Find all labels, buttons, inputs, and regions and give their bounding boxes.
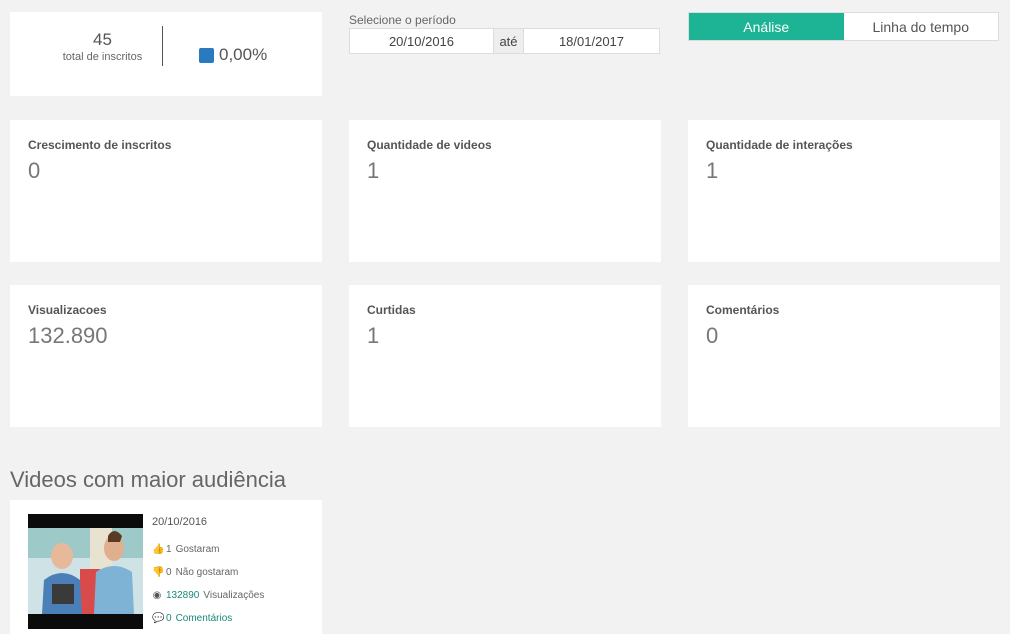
likes-label: Gostaram bbox=[175, 544, 220, 555]
comment-icon: 💬 bbox=[152, 613, 165, 624]
tab-analise[interactable]: Análise bbox=[689, 13, 844, 40]
metric-title: Quantidade de interações bbox=[706, 138, 853, 152]
dislikes-label: Não gostaram bbox=[175, 567, 239, 578]
video-thumbnail-image bbox=[28, 514, 143, 629]
date-from-input[interactable]: 20/10/2016 bbox=[350, 29, 493, 53]
thumbs-up-icon: 👍 bbox=[152, 544, 165, 555]
metric-value: 0 bbox=[28, 158, 41, 183]
metric-card-video-count: Quantidade de videos 1 bbox=[349, 120, 661, 262]
metric-title: Curtidas bbox=[367, 303, 416, 317]
metric-card-comments: Comentários 0 bbox=[688, 285, 1000, 427]
total-subscribers-label: total de inscritos bbox=[62, 51, 143, 63]
metric-card-interaction-count: Quantidade de interações 1 bbox=[688, 120, 1000, 262]
metric-title: Crescimento de inscritos bbox=[28, 138, 172, 152]
top-videos-heading: Videos com maior audiência bbox=[10, 467, 286, 492]
video-comments: 💬 0 Comentários bbox=[152, 607, 264, 630]
video-dislikes: 👎 0 Não gostaram bbox=[152, 561, 264, 584]
metric-card-views: Visualizacoes 132.890 bbox=[10, 285, 322, 427]
eye-icon: ◉ bbox=[152, 590, 162, 601]
video-info: 20/10/2016 👍 1 Gostaram 👎 0 Não gostaram… bbox=[152, 516, 264, 630]
metric-card-subscriber-growth: Crescimento de inscritos 0 bbox=[10, 120, 322, 262]
comments-count: 0 bbox=[166, 613, 172, 624]
total-subscribers: 45 total de inscritos bbox=[40, 30, 165, 64]
view-tabs: Análise Linha do tempo bbox=[688, 12, 999, 41]
dislikes-count: 0 bbox=[166, 567, 172, 578]
metric-value: 1 bbox=[367, 158, 380, 183]
metric-value: 1 bbox=[367, 323, 380, 348]
metric-title: Comentários bbox=[706, 303, 780, 317]
metric-card-likes: Curtidas 1 bbox=[349, 285, 661, 427]
summary-divider bbox=[162, 26, 163, 66]
likes-count: 1 bbox=[166, 544, 172, 555]
metric-title: Quantidade de videos bbox=[367, 138, 492, 152]
metric-value: 0 bbox=[706, 323, 719, 348]
metric-title: Visualizacoes bbox=[28, 303, 107, 317]
video-likes: 👍 1 Gostaram bbox=[152, 538, 264, 561]
comments-label: Comentários bbox=[175, 613, 233, 624]
period-label: Selecione o período bbox=[349, 13, 456, 27]
views-count: 132890 bbox=[166, 590, 200, 601]
growth-percent-value: 0,00% bbox=[219, 45, 268, 64]
video-card: 20/10/2016 👍 1 Gostaram 👎 0 Não gostaram… bbox=[10, 500, 322, 634]
total-subscribers-value: 45 bbox=[93, 30, 112, 49]
thumbs-down-icon: 👎 bbox=[152, 567, 165, 578]
tab-linha-do-tempo[interactable]: Linha do tempo bbox=[844, 13, 999, 40]
video-thumbnail[interactable] bbox=[28, 514, 143, 629]
metric-value: 132.890 bbox=[28, 323, 108, 348]
date-to-input[interactable]: 18/01/2017 bbox=[524, 29, 659, 53]
date-separator: até bbox=[493, 29, 524, 53]
metric-value: 1 bbox=[706, 158, 719, 183]
video-date: 20/10/2016 bbox=[152, 516, 208, 528]
video-views: ◉ 132890 Visualizações bbox=[152, 584, 265, 607]
views-label: Visualizações bbox=[203, 590, 265, 601]
subscriber-growth: 0,00% bbox=[199, 45, 267, 65]
growth-color-square-icon bbox=[199, 47, 214, 63]
date-range-picker: 20/10/2016 até 18/01/2017 bbox=[349, 28, 660, 54]
subscriber-summary-card: 45 total de inscritos 0,00% bbox=[10, 12, 322, 96]
